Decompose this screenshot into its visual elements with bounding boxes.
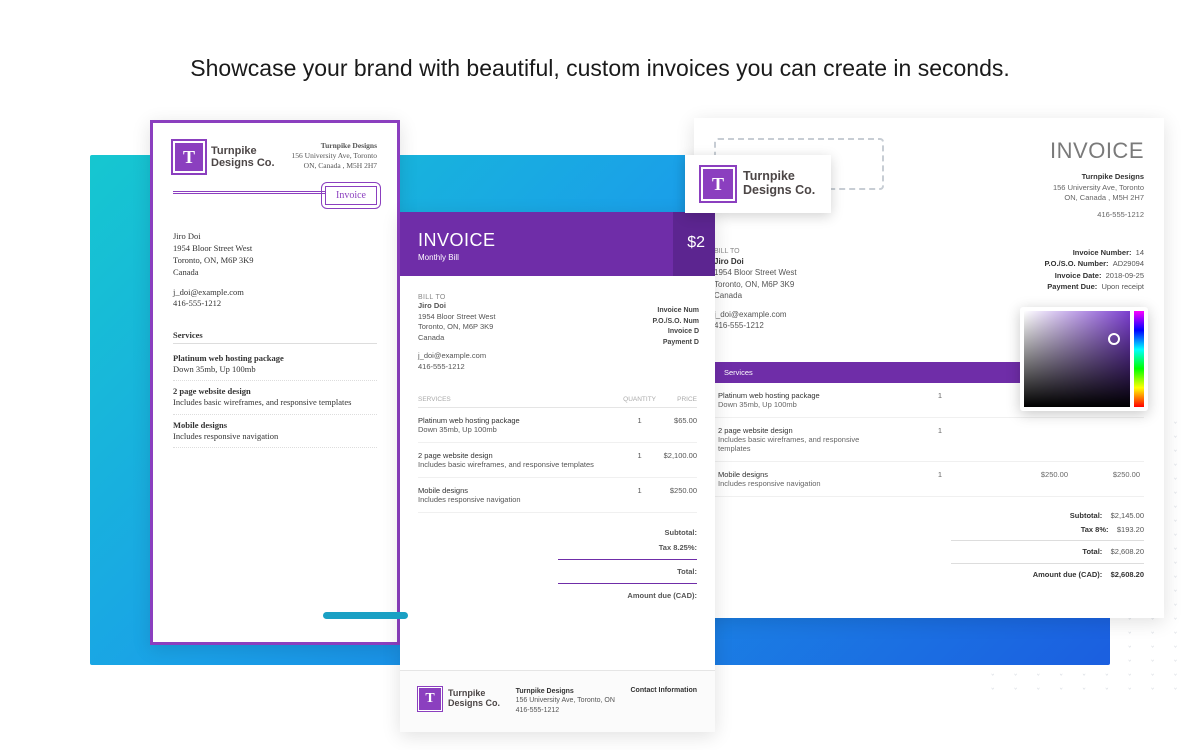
invoice-footer: T Turnpike Designs Co. Turnpike Designs … <box>400 670 715 732</box>
invoice-title: INVOICE <box>418 230 697 251</box>
logo-icon: T <box>418 687 442 711</box>
footer-logo: T Turnpike Designs Co. <box>418 687 500 711</box>
table-row: 2 page website designIncludes basic wire… <box>418 443 697 478</box>
company-logo: T Turnpike Designs Co. <box>173 141 275 173</box>
services-header: Services <box>173 330 377 344</box>
logo-icon: T <box>701 167 735 201</box>
company-address: Turnpike Designs 156 University Ave, Tor… <box>292 141 377 170</box>
invoice-title: INVOICE <box>1050 138 1144 164</box>
table-row: Mobile designsIncludes responsive naviga… <box>418 478 697 513</box>
color-picker[interactable] <box>1020 307 1148 411</box>
company-name-l2: Designs Co. <box>211 157 275 169</box>
logo-icon: T <box>173 141 205 173</box>
invoice-subtitle: Monthly Bill <box>418 253 697 262</box>
table-row: 2 page website designIncludes basic wire… <box>714 418 1144 462</box>
totals-block: Subtotal: $2,145.00 Tax 8%: $193.20 Tota… <box>714 509 1144 581</box>
logo-preview-card[interactable]: T Turnpike Designs Co. <box>685 155 831 213</box>
picker-cursor-icon[interactable] <box>1108 333 1120 345</box>
line-items-table: SERVICES QUANTITY PRICE Platinum web hos… <box>418 392 697 513</box>
line-item: Mobile designs Includes responsive navig… <box>173 415 377 448</box>
invoice-badge: Invoice <box>325 186 377 205</box>
totals-block: Subtotal: Tax 8.25%: Total: Amount due (… <box>418 525 697 603</box>
saturation-gradient[interactable] <box>1024 311 1130 407</box>
invoice-preview-template-1: T Turnpike Designs Co. Turnpike Designs … <box>150 120 400 645</box>
hue-slider[interactable] <box>1134 311 1144 407</box>
company-phone: 416-555-1212 <box>1050 210 1144 219</box>
table-row: Mobile designsIncludes responsive naviga… <box>714 462 1144 497</box>
line-item: 2 page website design Includes basic wir… <box>173 381 377 414</box>
bill-to-label: BILL TO <box>418 294 697 301</box>
company-name-l1: Turnpike <box>211 145 257 157</box>
invoice-meta: Invoice Num P.O./S.O. Num Invoice D Paym… <box>652 306 699 348</box>
company-address: Turnpike Designs 156 University Ave, Tor… <box>1050 172 1144 204</box>
bill-to-block: Jiro Doi 1954 Bloor Street West Toronto,… <box>173 205 377 310</box>
bill-to-block: BILL TO Jiro Doi 1954 Bloor Street West … <box>714 247 797 332</box>
invoice-preview-template-2: INVOICE Monthly Bill $2 BILL TO Jiro Doi… <box>400 212 715 732</box>
header-amount: $2 <box>687 234 705 252</box>
logo-label: Turnpike Designs Co. <box>743 170 815 198</box>
page-headline: Showcase your brand with beautiful, cust… <box>0 55 1200 82</box>
line-item: Platinum web hosting package Down 35mb, … <box>173 348 377 381</box>
table-row: Platinum web hosting packageDown 35mb, U… <box>418 408 697 443</box>
template-scroll-indicator[interactable] <box>323 612 408 619</box>
